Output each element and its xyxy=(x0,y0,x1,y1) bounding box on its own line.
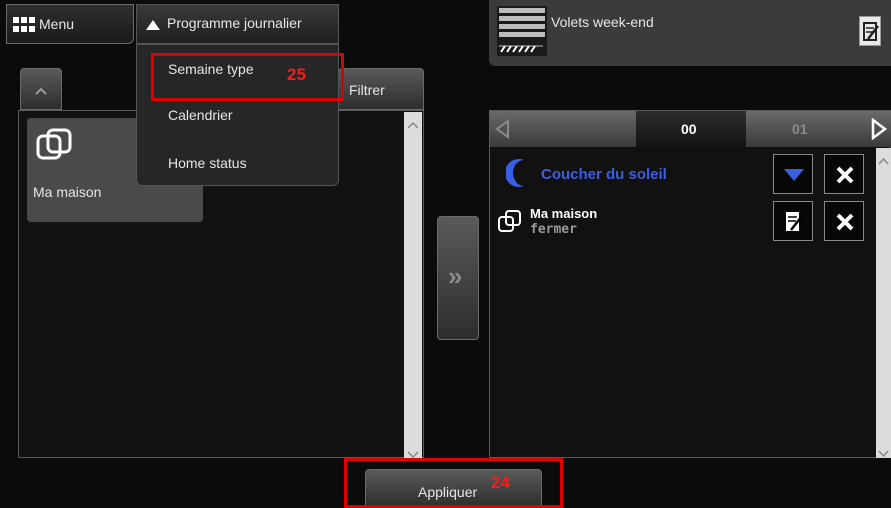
scroll-down-icon[interactable] xyxy=(878,445,889,463)
delete-event-button[interactable] xyxy=(824,154,864,194)
chevron-up-icon xyxy=(34,83,48,101)
transfer-button[interactable]: » xyxy=(437,216,479,340)
triangle-up-icon xyxy=(145,18,161,36)
edit-icon xyxy=(863,22,879,47)
delete-event-button[interactable] xyxy=(824,201,864,241)
double-chevron-right-icon: » xyxy=(448,261,463,291)
scene-header: Volets week-end xyxy=(489,0,891,66)
timeline-hour-cell-selected[interactable]: 00 xyxy=(636,111,746,147)
collapse-tab[interactable] xyxy=(20,68,62,110)
event-action: fermer xyxy=(530,222,577,237)
timeline-hour-label[interactable]: 01 xyxy=(792,121,808,137)
timeline-hour-label: 00 xyxy=(681,121,697,137)
daily-program-dropdown[interactable]: Programme journalier xyxy=(136,4,339,44)
annotation-box-24 xyxy=(344,458,563,508)
triangle-down-icon xyxy=(783,168,805,187)
scroll-up-icon[interactable] xyxy=(407,116,419,134)
close-icon xyxy=(836,166,854,189)
shutter-icon xyxy=(497,6,547,61)
expand-event-button[interactable] xyxy=(773,154,813,194)
annotation-label-25: 25 xyxy=(287,65,306,84)
moon-icon xyxy=(504,158,532,193)
house-icon xyxy=(36,128,72,169)
filter-label: Filtrer xyxy=(349,82,385,98)
timeline-next-button[interactable] xyxy=(870,117,888,145)
menu-button[interactable]: Menu xyxy=(6,4,134,44)
device-tile-label: Ma maison xyxy=(33,184,102,200)
right-scrollbar[interactable] xyxy=(876,148,891,458)
close-icon xyxy=(836,213,854,236)
dropdown-title: Programme journalier xyxy=(167,15,302,31)
event-title-device: Ma maison xyxy=(530,206,598,221)
grid-icon xyxy=(13,17,35,38)
scene-title: Volets week-end xyxy=(551,14,654,30)
edit-icon xyxy=(785,211,803,238)
left-scrollbar[interactable] xyxy=(404,112,422,459)
scroll-up-icon[interactable] xyxy=(878,152,889,170)
edit-event-button[interactable] xyxy=(773,201,813,241)
event-title-sunset: Coucher du soleil xyxy=(541,166,667,183)
menu-item-calendrier[interactable]: Calendrier xyxy=(168,107,233,123)
timeline-prev-button[interactable] xyxy=(494,119,510,144)
menu-label: Menu xyxy=(39,16,75,32)
annotation-label-24: 24 xyxy=(491,473,510,492)
menu-item-home-status[interactable]: Home status xyxy=(168,155,247,171)
annotation-box-25 xyxy=(151,53,344,101)
edit-scene-button[interactable] xyxy=(859,16,881,46)
house-icon xyxy=(497,209,523,240)
filter-button[interactable]: Filtrer xyxy=(338,68,424,110)
